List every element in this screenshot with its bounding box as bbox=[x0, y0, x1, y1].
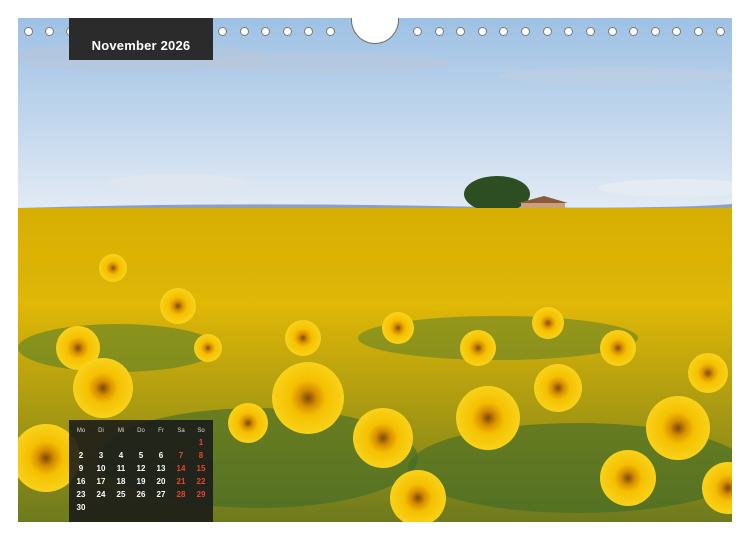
binding-hole bbox=[435, 27, 444, 36]
calendar-day: 25 bbox=[116, 490, 126, 499]
weekday-header: Fr bbox=[158, 428, 164, 434]
calendar-day: 24 bbox=[96, 490, 106, 499]
binding-hole bbox=[413, 27, 422, 36]
binding-hole bbox=[218, 27, 227, 36]
binding-hole bbox=[261, 27, 270, 36]
binding-hole bbox=[240, 27, 249, 36]
weekday-header: Mo bbox=[76, 428, 86, 434]
binding-hole bbox=[651, 27, 660, 36]
calendar-day: 1 bbox=[198, 438, 204, 447]
weekday-header: Di bbox=[98, 428, 104, 434]
calendar-day: 3 bbox=[98, 451, 104, 460]
binding-hole bbox=[586, 27, 595, 36]
calendar-day: 15 bbox=[196, 464, 206, 473]
calendar-day: 8 bbox=[198, 451, 204, 460]
binding-hole bbox=[629, 27, 638, 36]
calendar-day: 10 bbox=[96, 464, 106, 473]
calendar-day: 27 bbox=[156, 490, 166, 499]
binding-hole bbox=[564, 27, 573, 36]
calendar-day: 23 bbox=[76, 490, 86, 499]
binding-hole bbox=[478, 27, 487, 36]
calendar-day: 9 bbox=[78, 464, 84, 473]
calendar-day: 26 bbox=[136, 490, 146, 499]
binding-hole bbox=[694, 27, 703, 36]
calendar-day: 6 bbox=[158, 451, 164, 460]
binding-hole bbox=[672, 27, 681, 36]
calendar-day: 16 bbox=[76, 477, 86, 486]
calendar-day: 30 bbox=[76, 503, 86, 512]
binding-hole bbox=[716, 27, 725, 36]
binding-hole bbox=[521, 27, 530, 36]
binding-hole bbox=[283, 27, 292, 36]
calendar-day: 5 bbox=[138, 451, 144, 460]
calendar-day: 13 bbox=[156, 464, 166, 473]
calendar-day: 2 bbox=[78, 451, 84, 460]
calendar-day: 4 bbox=[118, 451, 124, 460]
binding-hole bbox=[608, 27, 617, 36]
weekday-header: Sa bbox=[177, 428, 185, 434]
calendar-day: 14 bbox=[176, 464, 186, 473]
weekday-header: So bbox=[197, 428, 205, 434]
calendar-day: 7 bbox=[178, 451, 184, 460]
binding-hole bbox=[499, 27, 508, 36]
binding-hole bbox=[45, 27, 54, 36]
binding-hole bbox=[543, 27, 552, 36]
weekday-header: Do bbox=[137, 428, 145, 434]
calendar-day: 22 bbox=[196, 477, 206, 486]
binding-hole bbox=[326, 27, 335, 36]
calendar-day: 28 bbox=[176, 490, 186, 499]
month-header: November 2026 bbox=[69, 18, 213, 60]
calendar-day: 19 bbox=[136, 477, 146, 486]
month-title: November 2026 bbox=[91, 38, 191, 53]
calendar-day: 12 bbox=[136, 464, 146, 473]
binding-hole bbox=[456, 27, 465, 36]
calendar-day: 29 bbox=[196, 490, 206, 499]
binding-hole bbox=[24, 27, 33, 36]
calendar-day: 17 bbox=[96, 477, 106, 486]
calendar-day: 21 bbox=[176, 477, 186, 486]
calendar-day: 11 bbox=[116, 464, 126, 473]
calendar-day: 20 bbox=[156, 477, 166, 486]
mini-calendar: Mo Di Mi Do Fr Sa So 1 2 3 4 5 6 7 8 9 10 11 12 13 14 15 16 17 1… bbox=[69, 420, 213, 522]
binding-hole bbox=[304, 27, 313, 36]
weekday-header: Mi bbox=[117, 428, 125, 434]
calendar-day: 18 bbox=[116, 477, 126, 486]
